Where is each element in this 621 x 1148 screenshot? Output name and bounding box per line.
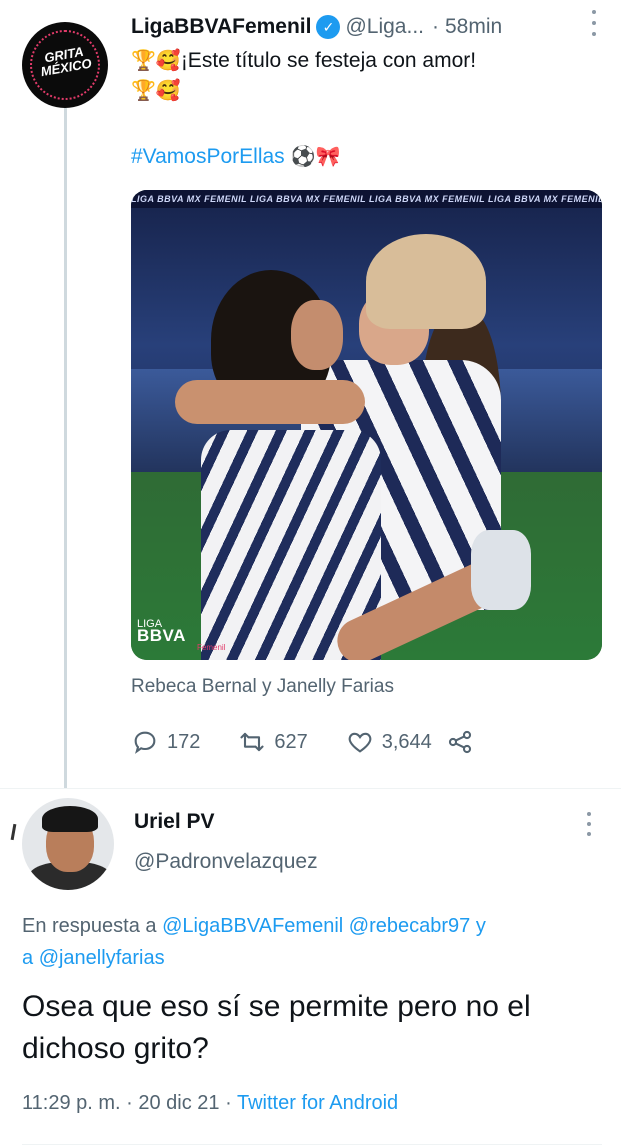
reply-source-link[interactable]: Twitter for Android [237, 1092, 398, 1114]
reply-date[interactable]: 20 dic 21 [138, 1092, 219, 1114]
replying-to: En respuesta a @LigaBBVAFemenil @rebecab… [22, 915, 486, 969]
reply-user-handle[interactable]: @Padronvelazquez [134, 850, 318, 874]
like-button[interactable]: 3,644 [346, 728, 432, 756]
trophy-icon: 🏆 [131, 80, 156, 102]
tweet-time[interactable]: 58min [445, 15, 502, 39]
display-name[interactable]: LigaBBVAFemenil [131, 15, 311, 39]
photo-caption: Rebeca Bernal y Janelly Farias [131, 676, 394, 697]
avatar-uriel-pv[interactable] [22, 798, 114, 890]
retweet-button[interactable]: 627 [238, 728, 308, 756]
tweet-photo[interactable]: LIGA BBVA MX FEMENIL LIGA BBVA MX FEMENI… [131, 190, 602, 660]
share-button[interactable] [446, 728, 474, 756]
reply-display-name[interactable]: Uriel PV [134, 810, 215, 834]
user-handle[interactable]: @Liga... [345, 15, 424, 39]
tweet-text: 🏆🥰¡Este título se festeja con amor! 🏆🥰 [131, 46, 601, 106]
more-options-icon[interactable] [585, 812, 593, 836]
reply-metadata: 11:29 p. m. · 20 dic 21 · Twitter for An… [22, 1092, 399, 1114]
soccer-ball-icon: ⚽ [290, 146, 316, 168]
reply-button[interactable]: 172 [131, 728, 200, 756]
reply-tweet[interactable]: Uriel PV @Padronvelazquez En respuesta a… [0, 790, 621, 1148]
tweet-time-separator: · [432, 15, 439, 38]
tweet-header: LigaBBVAFemenil ✓ @Liga... · 58min [131, 10, 611, 44]
retweet-count: 627 [274, 730, 308, 753]
tweet-text-content: ¡Este título se festeja con amor! [180, 49, 477, 72]
trophy-icon: 🏆 [131, 50, 156, 72]
avatar-ligabbvafemenil[interactable]: GRITA MÉXICO [22, 22, 108, 108]
mention-link[interactable]: @janellyfarias [39, 947, 165, 969]
tweet-actions: 172 627 3,644 [131, 725, 551, 759]
tweet-divider [0, 788, 621, 789]
share-icon [448, 730, 471, 754]
verified-badge-icon: ✓ [316, 15, 341, 39]
more-options-icon[interactable] [587, 10, 601, 36]
reply-count: 172 [167, 730, 201, 753]
smiling-face-with-hearts-icon: 🥰 [155, 50, 181, 72]
mention-link[interactable]: @rebecabr97 [349, 915, 470, 937]
original-tweet[interactable]: GRITA MÉXICO LigaBBVAFemenil ✓ @Liga... … [0, 0, 621, 790]
heart-icon [348, 732, 372, 753]
photo-banner-text: LIGA BBVA MX FEMENIL LIGA BBVA MX FEMENI… [131, 190, 602, 208]
hashtag-link[interactable]: #VamosPorEllas [131, 145, 285, 168]
liga-bbva-logo: LIGA BBVA Femenil [137, 618, 226, 652]
reply-icon [134, 731, 156, 754]
retweet-icon [240, 732, 264, 752]
like-count: 3,644 [381, 730, 432, 753]
mention-link[interactable]: @LigaBBVAFemenil [162, 915, 343, 937]
bottom-divider [22, 1144, 602, 1145]
hashtag-line: #VamosPorEllas ⚽🎀 [131, 144, 340, 169]
reply-text: Osea que eso sí se permite pero no el di… [22, 990, 531, 1065]
ribbon-icon: 🎀 [315, 146, 341, 168]
smiling-face-with-hearts-icon: 🥰 [155, 80, 181, 102]
reply-time[interactable]: 11:29 p. m. [22, 1092, 121, 1114]
